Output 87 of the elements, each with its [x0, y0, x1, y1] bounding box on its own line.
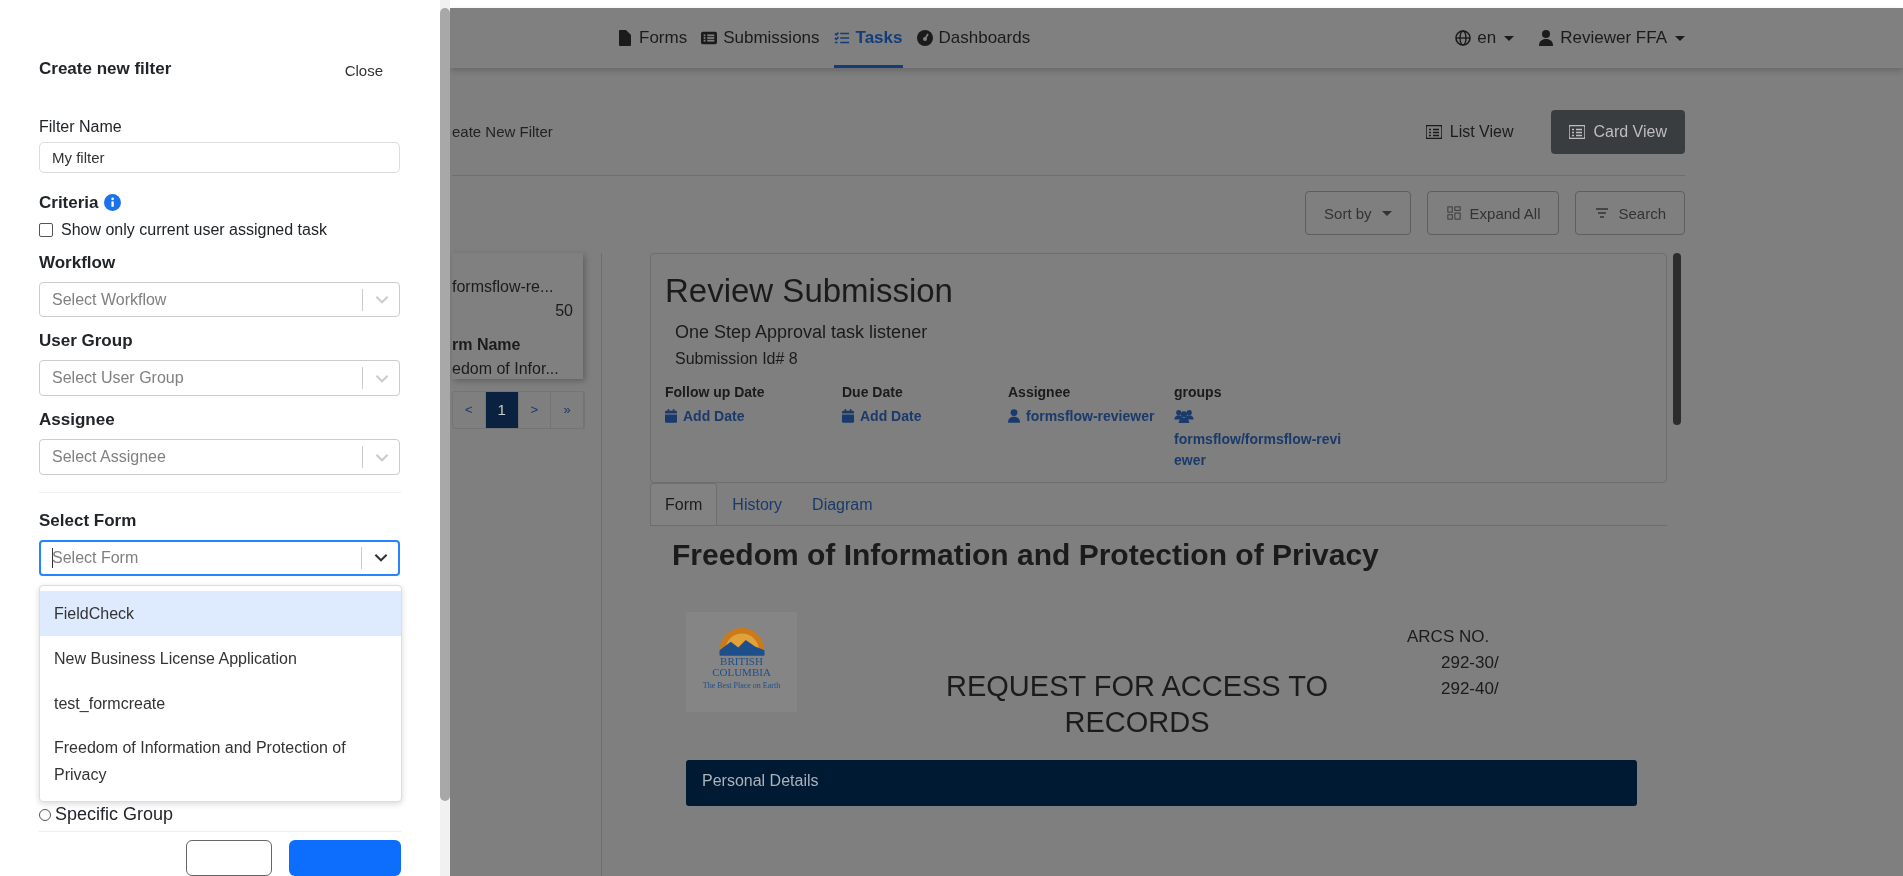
select-field[interactable]: Select Workflow	[39, 281, 400, 318]
globe-icon	[1455, 30, 1472, 46]
logo-text: COLUMBIA	[712, 667, 771, 678]
info-icon	[103, 194, 121, 212]
chevron-down-icon	[375, 373, 389, 383]
tab[interactable]: History	[717, 483, 798, 525]
users-icon	[1174, 409, 1194, 423]
tab[interactable]: Diagram	[797, 483, 888, 525]
gauge-icon	[916, 30, 933, 46]
detail-link[interactable]: formsflow/formsflow-reviewer	[1174, 408, 1354, 471]
grid-icon	[1445, 206, 1462, 220]
field-label: Select Form	[39, 510, 138, 531]
nav-link[interactable]: Forms	[617, 8, 688, 68]
tab[interactable]: Form	[650, 483, 718, 525]
arcs-text: ARCS NO.	[1407, 626, 1491, 648]
filter-name-field[interactable]: My filter	[39, 141, 400, 173]
column-label: Follow up Date	[665, 384, 766, 400]
detail-link[interactable]: Add Date	[665, 408, 745, 424]
task-assignee: formsflow-re...	[452, 277, 555, 297]
chevron-down-icon	[374, 553, 388, 563]
detail-link[interactable]: Add Date	[842, 408, 922, 424]
expand-button[interactable]: Expand All	[1426, 191, 1560, 235]
radio-option[interactable]: Specific Group	[39, 804, 401, 825]
logo-tagline: The Best Place on Earth	[702, 681, 781, 690]
create-filter-link[interactable]: eate New Filter	[452, 123, 553, 140]
nav-link[interactable]: Tasks	[833, 8, 903, 68]
select-field[interactable]: Select Form	[39, 539, 400, 576]
column-label: Due Date	[842, 384, 904, 400]
task-card[interactable]: formsflow-re... 50 rm Name edom of Infor...	[452, 253, 583, 379]
dropdown-option[interactable]: Freedom of Information and Protection of Privacy	[40, 726, 401, 796]
user-icon	[1538, 30, 1555, 46]
column-label: groups	[1174, 384, 1223, 400]
detail-link[interactable]: formsflow-reviewer	[1008, 408, 1155, 424]
page-link[interactable]: <	[453, 392, 486, 428]
dropdown-option[interactable]: test_formcreate	[40, 681, 401, 726]
submission-id: Submission Id# 8	[675, 349, 799, 369]
select-field[interactable]: Select User Group	[39, 360, 400, 397]
view-toggle[interactable]: List View	[1407, 109, 1532, 154]
task-count: 50	[555, 301, 573, 321]
list-icon	[1425, 124, 1442, 139]
form-title: Freedom of Information and Protection of Privacy	[672, 538, 1380, 572]
task-name: One Step Approval task listener	[675, 321, 929, 344]
scrollbar[interactable]	[440, 8, 450, 801]
drawer-title: Create new filter	[39, 59, 172, 79]
search-button[interactable]: Search	[1575, 191, 1685, 235]
checkbox[interactable]	[39, 222, 53, 237]
form-heading: REQUEST FOR ACCESS TO RECORDS	[945, 669, 1329, 740]
file-icon	[617, 30, 633, 46]
sort-button[interactable]: Sort by	[1305, 191, 1411, 235]
field-label: Filter Name	[39, 117, 123, 136]
task-form-name: edom of Infor...	[452, 359, 560, 379]
nav-link[interactable]: Submissions	[701, 8, 820, 68]
checklist-icon	[833, 30, 850, 46]
section-title: Personal Details	[702, 772, 819, 789]
language-menu[interactable]: en	[1455, 8, 1515, 68]
checkbox-option[interactable]: Show only current user assigned task	[39, 220, 401, 239]
user-icon	[1008, 409, 1020, 423]
dropdown-option[interactable]: FieldCheck	[40, 591, 401, 636]
criteria-label: Criteria	[39, 192, 99, 213]
arcs-text: 292-30/	[1440, 652, 1499, 674]
select-field[interactable]: Select Assignee	[39, 439, 400, 476]
chevron-down-icon	[375, 452, 389, 462]
detail-title: Review Submission	[665, 272, 954, 310]
primary-button[interactable]	[288, 840, 401, 876]
scrollbar[interactable]	[1673, 253, 1681, 425]
user-menu[interactable]: Reviewer FFA	[1538, 8, 1685, 68]
page-link[interactable]: >	[518, 392, 552, 428]
arcs-text: 292-40/	[1440, 678, 1499, 700]
secondary-button[interactable]	[186, 840, 272, 876]
nav-link[interactable]: Dashboards	[916, 8, 1031, 68]
chevron-down-icon	[375, 295, 389, 305]
list-icon	[1569, 124, 1586, 139]
task-label: rm Name	[452, 335, 522, 355]
calendar-icon	[665, 409, 677, 423]
calendar-icon	[842, 409, 854, 423]
field-label: Assignee	[39, 410, 116, 431]
field-label: User Group	[39, 331, 134, 352]
list-icon	[701, 30, 718, 46]
field-label: Workflow	[39, 252, 117, 273]
dropdown-option[interactable]: New Business License Application	[40, 636, 401, 681]
view-toggle[interactable]: Card View	[1551, 109, 1685, 154]
page-link[interactable]: »	[551, 392, 584, 428]
column-label: Assignee	[1008, 384, 1072, 400]
close-button[interactable]: Close	[344, 58, 383, 80]
logo-text: BRITISH	[720, 656, 763, 667]
filter-icon	[1594, 206, 1611, 220]
page-link[interactable]: 1	[485, 392, 519, 428]
